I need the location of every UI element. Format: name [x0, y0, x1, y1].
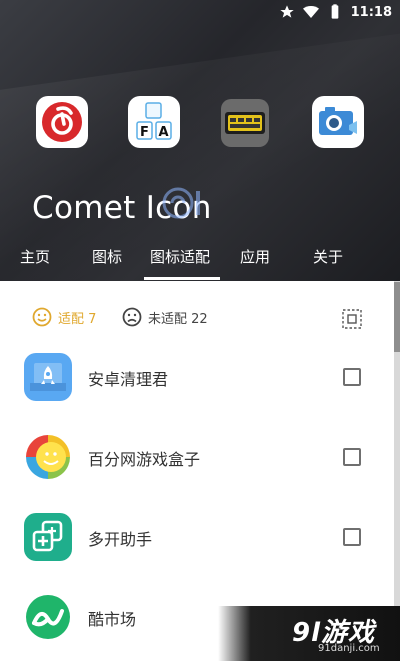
app-checkbox[interactable] [343, 448, 361, 466]
app-row[interactable]: 多开助手 [0, 507, 394, 571]
app-name: 酷市场 [88, 610, 137, 629]
netease-music-icon[interactable] [36, 96, 88, 148]
unmatched-filter[interactable]: 未适配 22 [122, 307, 208, 327]
fa-keyboard-icon[interactable]: F A [128, 96, 180, 148]
rocket-cleaner-icon [24, 353, 72, 401]
frown-icon [122, 307, 142, 327]
app-name: 多开助手 [88, 530, 153, 549]
keyboard-keys-icon[interactable] [221, 99, 269, 147]
tab-bar: 主页 图标 图标适配 应用 关于 [0, 240, 400, 280]
app-name: 安卓清理君 [88, 370, 169, 389]
status-time: 11:18 [350, 4, 392, 20]
matched-count-label: 适配 7 [58, 311, 97, 327]
status-bar: 11:18 [0, 0, 400, 24]
svg-text:A: A [158, 125, 168, 140]
camera-app-icon[interactable] [312, 96, 364, 148]
wifi-icon [302, 6, 319, 18]
smile-icon [32, 307, 52, 327]
svg-text:F: F [140, 125, 149, 140]
featured-icons: F A [0, 96, 400, 150]
app-row[interactable]: 百分网游戏盒子 [0, 427, 394, 491]
center-watermark-logo [162, 187, 200, 219]
tab-about[interactable]: 关于 [313, 246, 343, 267]
coolmarket-icon [24, 593, 72, 641]
select-all-icon[interactable] [341, 308, 363, 330]
app-header: 11:18 F A Comet Icon 主页 图标 图标适配 应用 关于 [0, 0, 400, 281]
smiley-game-box-icon [24, 433, 72, 481]
scrollbar-thumb[interactable] [394, 282, 400, 352]
watermark-url: 91danji.com [318, 643, 380, 654]
tab-icons[interactable]: 图标 [92, 246, 122, 267]
multi-open-plus-icon [24, 513, 72, 561]
adaptation-panel: 适配 7 未适配 22 安卓清理君 百分网游戏盒子 多开助手 酷市场 [0, 281, 394, 661]
tab-icon-adaptation[interactable]: 图标适配 [150, 246, 210, 267]
unmatched-count-label: 未适配 22 [148, 311, 208, 327]
app-name: 百分网游戏盒子 [88, 450, 201, 469]
star-icon [279, 5, 294, 18]
tab-home[interactable]: 主页 [20, 246, 50, 267]
app-checkbox[interactable] [343, 528, 361, 546]
app-checkbox[interactable] [343, 368, 361, 386]
app-row[interactable]: 安卓清理君 [0, 347, 394, 411]
matched-filter[interactable]: 适配 7 [32, 307, 96, 327]
filter-bar: 适配 7 未适配 22 [0, 303, 394, 335]
battery-icon [331, 4, 338, 19]
tab-apps[interactable]: 应用 [240, 246, 270, 267]
active-tab-indicator [144, 277, 220, 280]
